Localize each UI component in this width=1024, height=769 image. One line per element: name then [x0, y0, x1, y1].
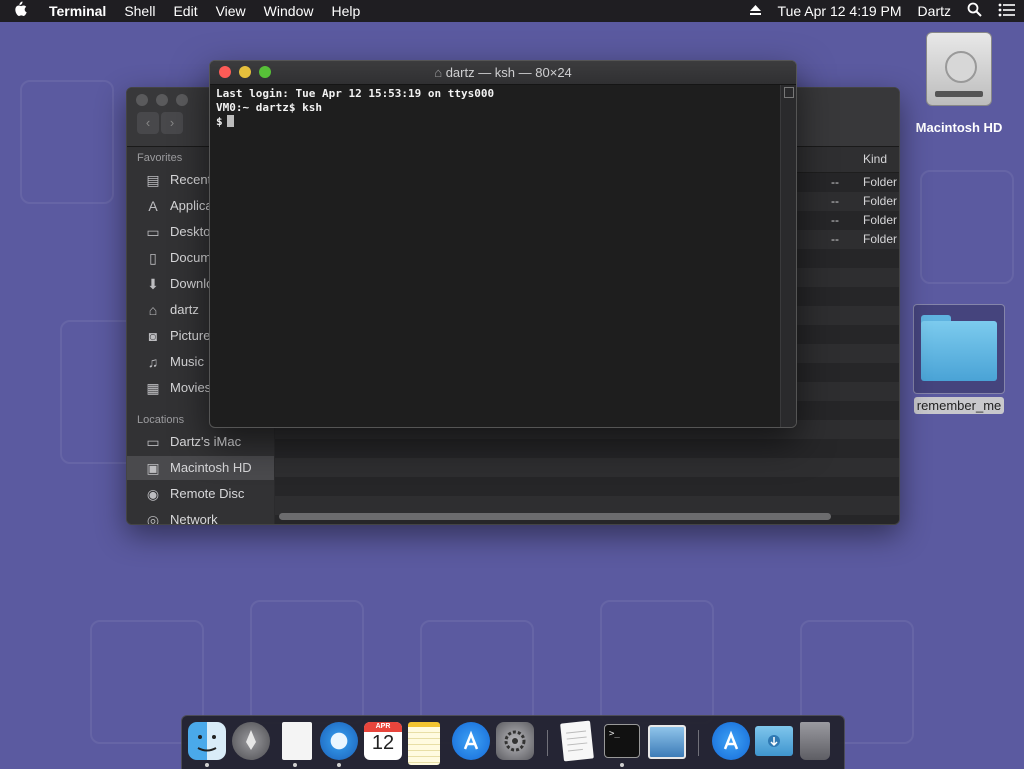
- documents-icon: ▯: [149, 250, 157, 266]
- menu-clock[interactable]: Tue Apr 12 4:19 PM: [770, 3, 910, 19]
- app-menu-terminal[interactable]: Terminal: [40, 3, 115, 19]
- menu-help[interactable]: Help: [322, 3, 369, 19]
- terminal-window[interactable]: ⌂ dartz — ksh — 80×24 Last login: Tue Ap…: [209, 60, 797, 428]
- scroll-grip-icon[interactable]: [784, 87, 794, 98]
- dock-separator: [698, 730, 699, 756]
- launchpad-rocket-icon[interactable]: [232, 722, 270, 760]
- running-indicator: [205, 763, 209, 767]
- notification-center-icon[interactable]: [990, 3, 1024, 20]
- wallpaper-pattern: [20, 80, 114, 204]
- calendar-day: 12: [371, 732, 395, 754]
- back-button[interactable]: ‹: [137, 112, 159, 134]
- sidebar-item-macintosh-hd[interactable]: ▣ Macintosh HD: [127, 456, 274, 480]
- sidebar-item-network[interactable]: ◎ Network: [127, 508, 274, 525]
- hard-drive-icon: ▣: [146, 460, 160, 476]
- sidebar-heading-locations: Locations: [137, 414, 185, 426]
- menu-window[interactable]: Window: [255, 3, 323, 19]
- calendar-month: APR: [364, 722, 402, 732]
- desktop-icon-macintosh-hd[interactable]: Macintosh HD: [904, 32, 1014, 135]
- zoom-button[interactable]: [176, 94, 188, 106]
- desktop-icon-remember-me-folder[interactable]: remember_me: [903, 304, 1015, 414]
- wallpaper-pattern: [920, 170, 1014, 284]
- terminal-title: ⌂ dartz — ksh — 80×24: [434, 65, 572, 80]
- disc-icon: ◉: [146, 486, 160, 502]
- apple-menu-icon[interactable]: [0, 0, 40, 22]
- safari-compass-icon[interactable]: [320, 722, 358, 760]
- computer-icon: ▭: [146, 434, 160, 450]
- downloads-folder-icon[interactable]: [755, 726, 793, 756]
- wallpaper-pattern: [600, 600, 714, 724]
- terminal-scrollbar[interactable]: [780, 85, 796, 427]
- textedit-document-icon[interactable]: [560, 720, 594, 762]
- empty-row: [275, 458, 899, 477]
- dock-separator: [547, 730, 548, 756]
- applications-icon: A: [148, 198, 158, 214]
- wallpaper-pattern: [250, 600, 364, 724]
- terminal-line: Last login: Tue Apr 12 15:53:19 on ttys0…: [216, 87, 495, 100]
- folder-icon: [913, 304, 1005, 394]
- downloads-icon: ⬇: [147, 276, 159, 292]
- running-indicator: [620, 763, 624, 767]
- trash-icon[interactable]: [800, 722, 830, 760]
- camera-icon: ◙: [148, 328, 158, 344]
- preview-photos-icon[interactable]: [648, 725, 686, 759]
- menu-view[interactable]: View: [207, 3, 255, 19]
- desktop-icon-label: Macintosh HD: [915, 120, 1003, 135]
- close-button[interactable]: [136, 94, 148, 106]
- notes-icon[interactable]: [408, 722, 440, 765]
- horizontal-scrollbar[interactable]: [279, 513, 831, 520]
- menu-edit[interactable]: Edit: [164, 3, 206, 19]
- home-folder-icon: ⌂: [434, 65, 446, 80]
- app-store-icon[interactable]: [452, 722, 490, 760]
- desktop-icon-label: remember_me: [913, 397, 1005, 414]
- sidebar-item-remote-disc[interactable]: ◉ Remote Disc: [127, 482, 274, 506]
- dock: APR 12 >_: [181, 715, 845, 769]
- system-preferences-gear-icon[interactable]: [496, 722, 534, 760]
- finder-icon[interactable]: [188, 722, 226, 760]
- blank-document-icon[interactable]: [282, 722, 312, 760]
- sidebar-heading-favorites: Favorites: [137, 152, 183, 164]
- column-header-kind[interactable]: Kind: [863, 150, 887, 169]
- terminal-text-area[interactable]: Last login: Tue Apr 12 15:53:19 on ttys0…: [210, 85, 780, 427]
- terminal-prompt-line: $: [216, 115, 234, 128]
- film-icon: ▦: [146, 380, 160, 396]
- home-icon: ⌂: [148, 302, 158, 318]
- recents-icon: ▤: [146, 172, 160, 188]
- minimize-button[interactable]: [156, 94, 168, 106]
- terminal-line: VM0:~ dartz$ ksh: [216, 101, 322, 114]
- desktop-icon: ▭: [146, 224, 160, 240]
- running-indicator: [337, 763, 341, 767]
- running-indicator: [293, 763, 297, 767]
- terminal-titlebar[interactable]: ⌂ dartz — ksh — 80×24: [210, 61, 796, 85]
- menu-user[interactable]: Dartz: [910, 3, 959, 19]
- menu-bar: Terminal Shell Edit View Window Help Tue…: [0, 0, 1024, 22]
- text-cursor: [226, 115, 234, 127]
- spotlight-search-icon[interactable]: [959, 2, 990, 20]
- network-globe-icon: ◎: [146, 512, 160, 525]
- eject-icon[interactable]: [741, 3, 770, 19]
- terminal-prompt-glyph: >_: [609, 729, 620, 739]
- sidebar-item-imac[interactable]: ▭ Dartz's iMac: [127, 430, 274, 454]
- app-store-downloads-icon[interactable]: [712, 722, 750, 760]
- terminal-app-icon[interactable]: >_: [604, 724, 640, 758]
- calendar-icon[interactable]: APR 12: [364, 722, 402, 760]
- hard-drive-icon: [926, 32, 992, 106]
- forward-button[interactable]: ›: [161, 112, 183, 134]
- music-note-icon: ♫: [147, 354, 159, 370]
- menu-shell[interactable]: Shell: [115, 3, 164, 19]
